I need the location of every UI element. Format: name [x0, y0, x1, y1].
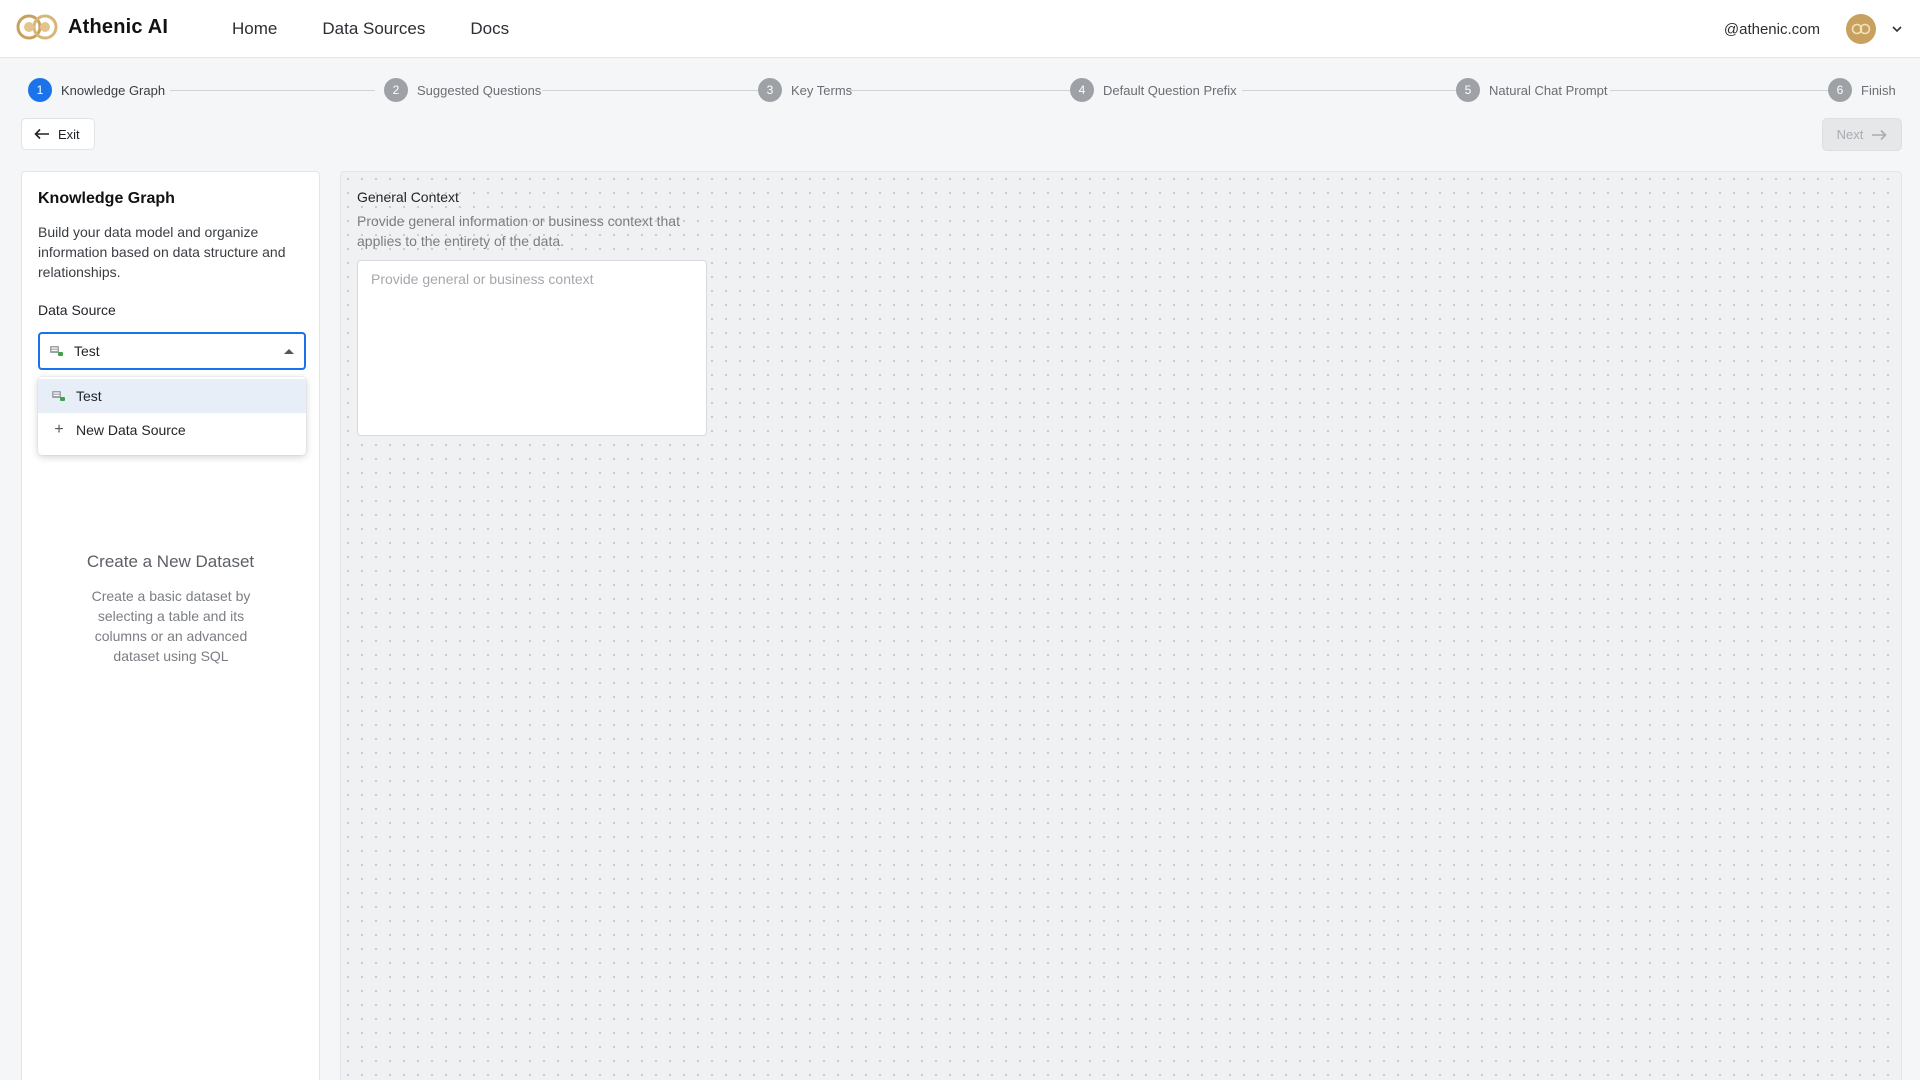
empty-state-description: Create a basic dataset by selecting a ta…: [91, 588, 251, 664]
step-connector: [1610, 90, 1846, 91]
step-suggested-questions[interactable]: 2 Suggested Questions: [384, 78, 541, 102]
next-label: Next: [1836, 127, 1864, 142]
step-label: Knowledge Graph: [61, 82, 166, 98]
top-nav: Athenic AI Home Data Sources Docs @athen…: [0, 0, 1920, 58]
arrow-left-icon: [34, 128, 49, 140]
step-default-question-prefix[interactable]: 4 Default Question Prefix: [1070, 78, 1237, 102]
app-root: Athenic AI Home Data Sources Docs @athen…: [0, 0, 1920, 1080]
data-source-dropdown: Test + New Data Source: [38, 377, 306, 455]
step-number: 5: [1456, 78, 1480, 102]
main-nav: Home Data Sources Docs: [232, 0, 509, 58]
data-source-select[interactable]: Test: [38, 332, 306, 370]
step-label: Suggested Questions: [417, 82, 542, 98]
user-menu[interactable]: @athenic.com: [1724, 14, 1904, 44]
general-context-input[interactable]: [357, 260, 707, 436]
database-icon: [50, 346, 63, 356]
nav-home[interactable]: Home: [232, 19, 277, 39]
chevron-down-icon[interactable]: [1890, 22, 1904, 36]
step-number: 1: [28, 78, 52, 102]
step-connector: [846, 90, 1080, 91]
option-new-data-source[interactable]: + New Data Source: [38, 413, 306, 447]
step-number: 4: [1070, 78, 1094, 102]
step-number: 3: [758, 78, 782, 102]
user-email: @athenic.com: [1723, 20, 1820, 38]
avatar-logo-icon: [1851, 23, 1871, 35]
step-key-terms[interactable]: 3 Key Terms: [758, 78, 852, 102]
step-natural-chat-prompt[interactable]: 5 Natural Chat Prompt: [1456, 78, 1608, 102]
arrow-right-icon: [1872, 129, 1887, 140]
option-label: New Data Source: [76, 422, 186, 438]
general-context-title: General Context: [357, 189, 459, 205]
exit-label: Exit: [58, 126, 80, 142]
step-finish[interactable]: 6 Finish: [1828, 78, 1896, 102]
step-knowledge-graph[interactable]: 1 Knowledge Graph: [28, 78, 165, 102]
option-test[interactable]: Test: [38, 379, 306, 413]
step-connector: [1242, 90, 1463, 91]
brand-name: Athenic AI: [68, 15, 169, 38]
step-number: 6: [1828, 78, 1852, 102]
panel-title: Knowledge Graph: [38, 190, 175, 207]
step-number: 2: [384, 78, 408, 102]
knowledge-graph-panel: Knowledge Graph Build your data model an…: [21, 171, 320, 1080]
nav-docs[interactable]: Docs: [470, 19, 509, 39]
option-label: Test: [76, 388, 102, 404]
caret-up-icon: [284, 348, 294, 354]
plus-icon: +: [54, 421, 64, 438]
step-label: Natural Chat Prompt: [1489, 82, 1608, 98]
graph-canvas[interactable]: General Context Provide general informat…: [340, 171, 1902, 1080]
logo-icon: [16, 14, 58, 40]
step-label: Default Question Prefix: [1103, 82, 1237, 98]
nav-data-sources[interactable]: Data Sources: [322, 19, 425, 39]
wizard-stepper: 1 Knowledge Graph 2 Suggested Questions …: [28, 78, 1896, 104]
step-connector: [542, 90, 766, 91]
step-label: Finish: [1861, 82, 1896, 98]
brand[interactable]: Athenic AI: [16, 14, 168, 40]
selected-data-source: Test: [74, 343, 100, 359]
database-icon: [52, 391, 65, 401]
avatar[interactable]: [1846, 14, 1876, 44]
panel-description: Build your data model and organize infor…: [38, 224, 286, 280]
step-label: Key Terms: [791, 82, 853, 98]
next-button[interactable]: Next: [1822, 118, 1902, 151]
empty-state-title: Create a New Dataset: [86, 552, 255, 571]
exit-button[interactable]: Exit: [21, 118, 95, 150]
step-connector: [170, 90, 375, 91]
general-context-description: Provide general information or business …: [357, 213, 680, 249]
data-source-label: Data Source: [38, 302, 116, 318]
